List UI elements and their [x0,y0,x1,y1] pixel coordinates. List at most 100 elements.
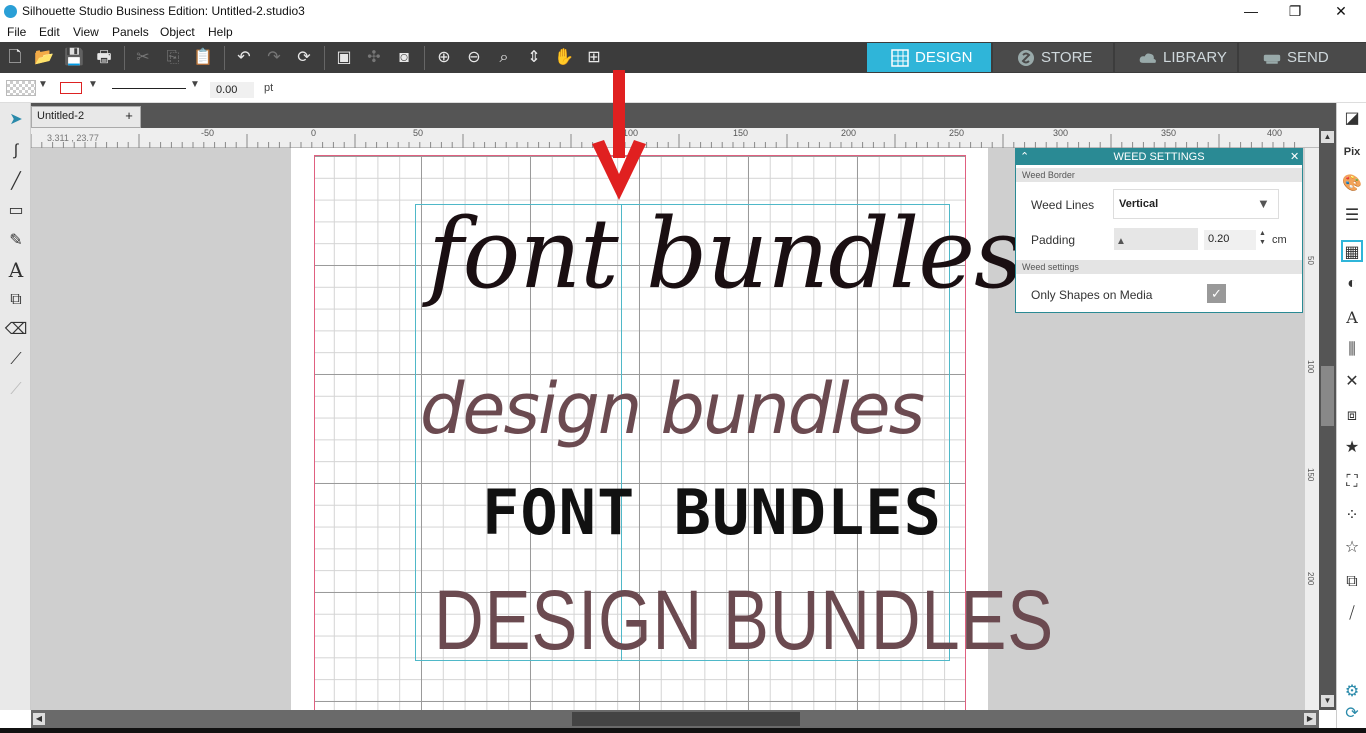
sketch-icon[interactable]: ⧸ [1341,603,1363,625]
canvas-text-italic-design-bundles[interactable]: design bundles [420,368,925,450]
weed-panel-header[interactable]: ⌃ WEED SETTINGS ✕ [1016,149,1302,165]
star-outline-icon[interactable]: ☆ [1341,537,1363,559]
padding-slider[interactable]: ▲ [1114,228,1198,250]
fit-to-page-icon[interactable]: ⊞ [583,47,605,69]
weed-lines-select[interactable]: Vertical ▼ [1113,189,1279,219]
line-width-input[interactable]: 0.00 [210,82,254,98]
weed-panel-icon[interactable]: ▦ [1341,240,1363,262]
line-color-swatch[interactable] [60,82,82,94]
knife-tool-icon[interactable]: ⟋ [4,348,28,372]
transform-icon[interactable]: ✕ [1341,371,1363,393]
collapse-chevron-icon[interactable]: ⌃ [1020,149,1029,165]
ruler-label: 300 [1053,128,1069,138]
tab-design[interactable]: DESIGN [867,43,991,72]
weed-border-section: Weed Border [1016,168,1302,182]
point-edit-icon[interactable]: ∫ [4,139,28,163]
contrast-icon[interactable]: ◐ [1341,273,1363,295]
fill-dropdown-icon[interactable]: ▼ [38,79,48,90]
settings-gear-icon[interactable]: ⚙ [1341,681,1363,703]
new-file-icon[interactable]: 🗋 [4,47,26,69]
redraw-icon[interactable]: ⟳ [293,47,315,69]
scroll-down-icon[interactable]: ▼ [1321,695,1334,707]
menu-panels[interactable]: Panels [112,25,149,39]
favorites-icon[interactable]: ★ [1341,437,1363,459]
doc-tab-label: Untitled-2 [37,110,85,122]
menu-edit[interactable]: Edit [39,25,60,39]
canvas-text-condensed-design-bundles[interactable]: DESIGN BUNDLES [434,572,1054,669]
scroll-right-icon[interactable]: ▶ [1304,713,1316,725]
text-tool-icon[interactable]: A [4,258,28,282]
ruler-ticks [31,134,1296,148]
pixscan-icon[interactable]: Pix [1341,141,1363,163]
vertical-scroll-thumb[interactable] [1321,366,1334,426]
rhinestone-icon[interactable]: ⁘ [1341,505,1363,527]
canvas-text-script-bundles[interactable]: bundles [646,198,1023,310]
padding-input[interactable]: 0.20 [1204,230,1256,250]
refresh-icon[interactable]: ⟳ [1341,703,1363,725]
minimize-button[interactable]: — [1228,0,1274,24]
padding-unit: cm [1272,234,1287,246]
undo-icon[interactable]: ↶ [233,47,255,69]
menu-object[interactable]: Object [160,25,195,39]
page-setup-icon[interactable]: ◪ [1341,108,1363,130]
scroll-left-icon[interactable]: ◀ [33,713,45,725]
text-style-icon[interactable]: A [1341,307,1363,329]
slider-handle-icon[interactable]: ▲ [1116,236,1126,247]
line-style-dropdown-icon[interactable]: ▼ [190,79,200,90]
ungroup-icon[interactable]: ✣ [363,47,385,69]
eraser-tool-icon[interactable]: ⌫ [4,318,28,342]
scroll-up-icon[interactable]: ▲ [1321,131,1334,143]
padding-stepper-icon[interactable]: ▲ ▼ [1259,229,1266,247]
tab-library-label: LIBRARY [1163,49,1227,66]
select-arrow-icon[interactable]: ➤ [4,108,28,132]
menu-help[interactable]: Help [208,25,233,39]
line-color-dropdown-icon[interactable]: ▼ [88,79,98,90]
modify-icon[interactable]: ⧈ [1341,405,1363,427]
tab-store[interactable]: STORE [993,43,1113,72]
zoom-select-icon[interactable]: ⌕ [493,47,515,69]
line-style-preview[interactable] [112,88,186,89]
tab-library[interactable]: LIBRARY [1115,43,1237,72]
menu-view[interactable]: View [73,25,99,39]
layers-icon[interactable]: ⧉ [1341,571,1363,593]
fill-panel-icon[interactable]: 🎨 [1341,173,1363,195]
align-icon[interactable]: ⫼ [1341,339,1363,361]
canvas-text-script-font[interactable]: font [428,198,619,310]
cut-icon[interactable]: ✂ [132,47,154,69]
close-window-button[interactable]: ✕ [1318,0,1364,24]
drag-zoom-icon[interactable]: ⇕ [523,47,545,69]
trace-icon[interactable]: ⛶ [1341,471,1363,493]
fill-tool-icon[interactable]: ⧉ [4,288,28,312]
panel-close-icon[interactable]: ✕ [1290,149,1299,165]
add-doc-tab-button[interactable]: + [119,107,139,125]
line-tool-icon[interactable]: ╱ [4,170,28,194]
pencil-tool-icon[interactable]: ✎ [4,229,28,253]
horizontal-scroll-thumb[interactable] [572,712,800,726]
eyedropper-tool-icon[interactable]: ⟋ [4,378,28,402]
paste-icon[interactable]: 📋 [192,47,214,69]
tab-send[interactable]: SEND [1239,43,1366,72]
zoom-in-icon[interactable]: ⊕ [433,47,455,69]
redo-icon[interactable]: ↷ [263,47,285,69]
group-icon[interactable]: ▣ [333,47,355,69]
compound-path-icon[interactable]: ◙ [393,47,415,69]
restore-button[interactable]: ❐ [1272,0,1318,24]
zoom-out-icon[interactable]: ⊖ [463,47,485,69]
pan-hand-icon[interactable]: ✋ [553,47,575,69]
horizontal-scrollbar[interactable]: ◀ ▶ [31,710,1319,728]
store-logo-icon [1018,50,1034,66]
menu-file[interactable]: File [7,25,26,39]
copy-icon[interactable]: ⎘ [162,47,184,69]
line-panel-icon[interactable]: ☰ [1341,205,1363,227]
ruler-label: 250 [949,128,965,138]
canvas-text-bold-font-bundles[interactable]: FONT BUNDLES [482,476,942,549]
save-icon[interactable]: 💾 [63,47,85,69]
open-folder-icon[interactable]: 📂 [33,47,55,69]
rectangle-tool-icon[interactable]: ▭ [4,199,28,223]
vertical-scrollbar[interactable]: ▲ ▼ [1319,128,1336,710]
only-shapes-checkbox[interactable]: ✓ [1207,284,1226,303]
horizontal-ruler: 3.311 , 23.77 -50 0 50 100 150 200 250 3… [31,128,1336,148]
toolbar-divider [424,46,425,70]
fill-color-swatch[interactable] [6,80,36,96]
print-icon[interactable]: 🖶 [93,47,115,69]
